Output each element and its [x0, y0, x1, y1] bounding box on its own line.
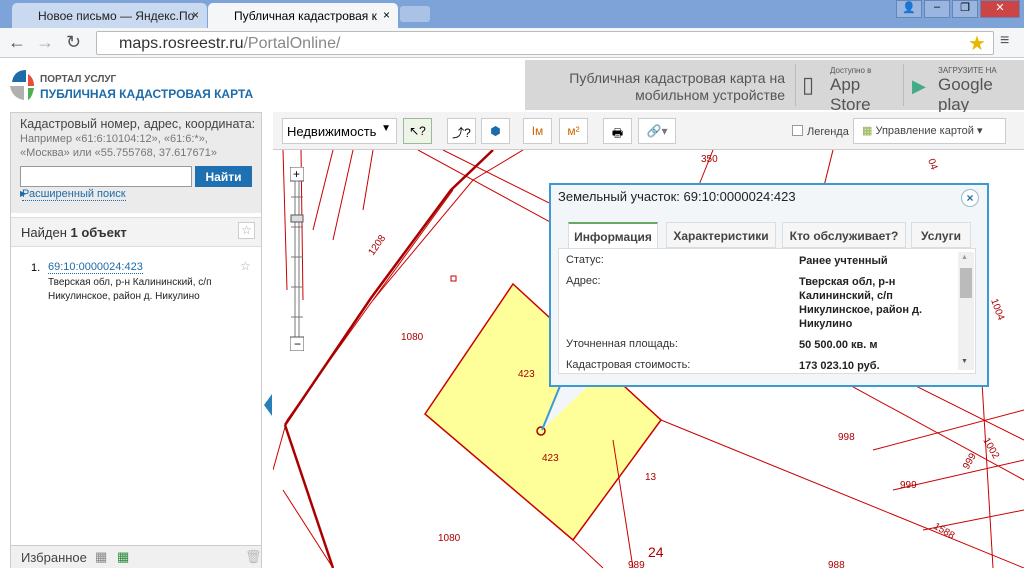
point-marker — [450, 275, 457, 282]
layer-select[interactable]: Недвижимость ▼ — [282, 118, 397, 144]
user-icon[interactable]: 👤 — [896, 0, 922, 18]
parcel-number-label: 989 — [628, 560, 645, 568]
tab-label: Публичная кадастровая к — [234, 9, 377, 23]
forward-icon[interactable]: → — [36, 32, 54, 53]
parcel-number-label: 1208 — [366, 233, 388, 258]
identify-tool-icon[interactable]: ↖? — [403, 118, 432, 144]
svg-text:−: − — [294, 337, 301, 351]
favorites-label: Избранное — [21, 550, 87, 565]
parcel-number-label: 1080 — [438, 533, 461, 544]
favorite-star-icon[interactable]: ☆ — [240, 259, 251, 273]
legend-checkbox[interactable] — [792, 125, 803, 136]
tab-information[interactable]: Информация — [568, 222, 658, 249]
area-value: 50 500.00 кв. м — [799, 339, 878, 351]
app-store-button[interactable]: ▯ Доступно в App Store — [795, 64, 900, 114]
excel-import-icon[interactable]: ▦ — [117, 549, 129, 565]
result-address: Тверская обл, р-н Калининский, с/п Никул… — [48, 277, 212, 302]
parcel-number-label: 999 — [900, 480, 917, 491]
favorites-bar: Избранное ▦ ▦ 🗑 — [11, 545, 262, 568]
popup-close-button[interactable]: × — [961, 189, 979, 207]
parcel-number-label: 350 — [701, 154, 718, 165]
excel-export-icon[interactable]: ▦ — [95, 549, 107, 565]
play-icon: ▶ — [912, 76, 926, 96]
tab-services[interactable]: Услуги — [911, 222, 971, 248]
popup-title: Земельный участок: 69:10:0000024:423 — [558, 189, 796, 204]
status-value: Ранее учтенный — [799, 255, 888, 267]
search-label: Кадастровый номер, адрес, координата: — [20, 117, 256, 131]
favorite-all-star-icon[interactable]: ☆ — [238, 222, 255, 239]
portal-label: ПОРТАЛ УСЛУГ — [40, 74, 117, 85]
close-tab-icon[interactable]: × — [192, 8, 199, 22]
parcel-number-label: 24 — [648, 544, 664, 560]
tab-characteristics[interactable]: Характеристики — [666, 222, 776, 248]
address-bar-row: ← → ↻ maps.rosreestr.ru/PortalOnline/ ★ … — [0, 28, 1024, 58]
svg-text:+: + — [293, 167, 300, 181]
search-hint: Например «61:6:10104:12», «61:6:*», «Мос… — [20, 133, 217, 159]
result-number: 1. — [31, 262, 41, 274]
tab-yandex-mail[interactable]: Новое письмо — Яндекс.По × — [12, 3, 207, 28]
back-icon[interactable]: ← — [8, 32, 26, 53]
close-window-button[interactable]: ✕ — [980, 0, 1020, 18]
legend-label: Легенда — [807, 126, 849, 138]
measure-area-icon[interactable]: м² — [559, 118, 588, 144]
mobile-text: Публичная кадастровая карта на мобильном… — [569, 70, 785, 103]
grid-icon: ▦ — [862, 125, 873, 137]
collapse-panel-handle[interactable] — [264, 394, 272, 416]
parcel-number-label: 423 — [518, 369, 535, 380]
google-play-button[interactable]: ▶ ЗАГРУЗИТЕ НА Google play — [903, 64, 1024, 114]
parcel-number-label: 1004 — [988, 297, 1006, 322]
reload-icon[interactable]: ↻ — [66, 32, 81, 53]
identify-area-icon[interactable]: ⬢ — [481, 118, 510, 144]
measure-length-icon[interactable]: Iм — [523, 118, 552, 144]
cost-value: 173 023.10 руб. — [799, 360, 880, 372]
tab-label: Новое письмо — Яндекс.По — [38, 9, 195, 23]
scroll-up-icon[interactable]: ▲ — [961, 254, 968, 261]
link-icon[interactable]: 🔗▾ — [638, 118, 676, 144]
results-header: Найден 1 объект — [11, 217, 261, 247]
site-title[interactable]: ПУБЛИЧНАЯ КАДАСТРОВАЯ КАРТА — [40, 87, 253, 101]
parcel-number-label: 988 — [828, 560, 845, 568]
area-label: Уточненная площадь: — [566, 338, 678, 350]
popup-pointer — [541, 385, 588, 431]
find-button[interactable]: Найти — [195, 166, 252, 187]
search-input[interactable] — [20, 166, 192, 187]
parcel-number-label: 13 — [645, 472, 657, 483]
zoom-slider[interactable]: + − — [290, 167, 304, 351]
phone-icon: ▯ — [802, 72, 815, 97]
trash-icon[interactable]: 🗑 — [245, 549, 262, 565]
bookmark-star-icon[interactable]: ★ — [968, 31, 986, 56]
new-tab-button[interactable] — [400, 6, 430, 22]
map-control-button[interactable]: ▦ Управление картой ▾ — [853, 118, 1006, 144]
minimize-button[interactable]: – — [924, 0, 950, 18]
identify-polyline-icon[interactable]: ⤴? — [447, 118, 476, 144]
parcel-number-label: 423 — [542, 453, 559, 464]
parcel-number-label: 04 — [925, 157, 939, 172]
parcel-number-label: 1080 — [401, 332, 424, 343]
address-value: Тверская обл, р-н Калининский, с/п Никул… — [799, 276, 923, 330]
restore-button[interactable]: ❐ — [952, 0, 978, 18]
print-icon[interactable]: 🖶 — [603, 118, 632, 144]
advanced-search-link[interactable]: Расширенный поиск — [22, 188, 126, 201]
tab-cadastral-map[interactable]: Публичная кадастровая к × — [208, 3, 398, 28]
close-tab-icon[interactable]: × — [383, 8, 390, 22]
cost-label: Кадастровая стоимость: — [566, 359, 691, 371]
address-label: Адрес: — [566, 275, 601, 287]
parcel-number-label: 1002 — [980, 436, 1001, 461]
scrollbar-thumb[interactable] — [960, 268, 972, 298]
parcel-number-label: 998 — [838, 432, 855, 443]
result-link[interactable]: 69:10:0000024:423 — [48, 261, 143, 274]
tab-who-serves[interactable]: Кто обслуживает? — [782, 222, 906, 248]
popup-scrollbar[interactable]: ▲ ▼ — [958, 252, 974, 370]
menu-icon[interactable]: ≡ — [1000, 32, 1009, 50]
status-label: Статус: — [566, 254, 604, 266]
url-input[interactable]: maps.rosreestr.ru/PortalOnline/ — [96, 31, 994, 55]
portal-logo-icon — [10, 70, 34, 100]
scroll-down-icon[interactable]: ▼ — [961, 358, 968, 365]
